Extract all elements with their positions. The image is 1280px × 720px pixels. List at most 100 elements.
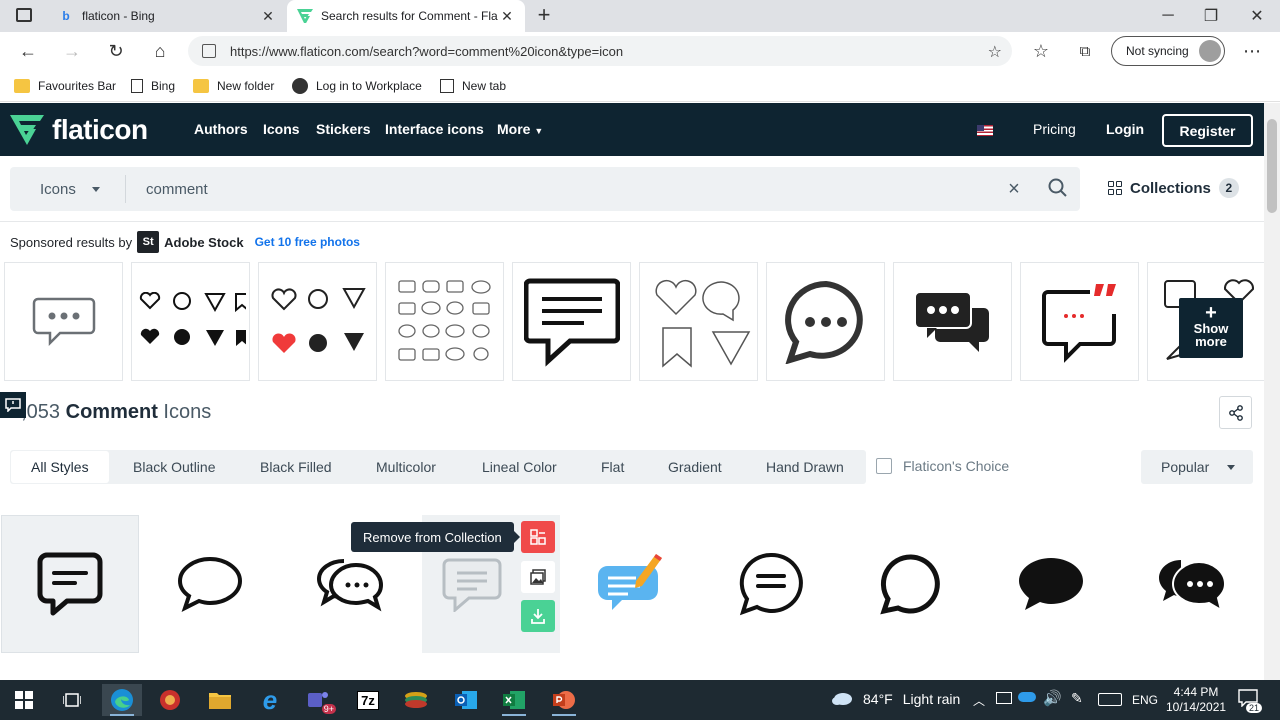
feedback-tab[interactable] <box>0 392 26 418</box>
outlook-icon[interactable] <box>446 684 486 716</box>
free-photos-link[interactable]: Get 10 free photos <box>255 235 360 249</box>
flaticon-choice-checkbox[interactable]: Flaticon's Choice <box>876 458 1009 474</box>
folder-icon <box>14 79 30 93</box>
result-icon-tile[interactable] <box>141 515 279 653</box>
forward-icon[interactable]: → <box>58 38 86 64</box>
profile-sync-button[interactable]: Not syncing <box>1111 36 1225 66</box>
result-icon-tile[interactable] <box>842 515 980 653</box>
sponsored-tile[interactable] <box>1020 262 1139 381</box>
7zip-icon[interactable]: 7z <box>348 684 388 716</box>
back-icon[interactable]: ← <box>14 38 42 64</box>
edit-icon-button[interactable] <box>521 561 555 593</box>
filter-lineal-color[interactable]: Lineal Color <box>482 451 557 483</box>
tab-actions-icon[interactable] <box>16 8 32 22</box>
fav-workplace[interactable]: Log in to Workplace <box>292 76 422 96</box>
internet-explorer-icon[interactable]: e <box>250 684 290 716</box>
page-scrollbar[interactable] <box>1264 103 1280 680</box>
sponsored-tile[interactable] <box>766 262 885 381</box>
sponsored-tile[interactable] <box>639 262 758 381</box>
tab-flaticon[interactable]: Search results for Comment - Fla ✕ <box>287 0 525 32</box>
result-icon-tile[interactable] <box>702 515 840 653</box>
url-field[interactable]: https://www.flaticon.com/search?word=com… <box>188 36 1012 66</box>
weather-desc: Light rain <box>902 691 961 707</box>
volume-icon[interactable]: 🔊 <box>1043 689 1062 707</box>
home-icon[interactable]: ⌂ <box>146 38 174 64</box>
add-favourite-icon[interactable]: ☆ <box>988 42 1002 62</box>
task-view-icon[interactable] <box>52 684 92 716</box>
register-button[interactable]: Register <box>1162 114 1253 147</box>
sponsored-tile[interactable] <box>4 262 123 381</box>
chevron-down-icon <box>91 187 100 192</box>
network-icon[interactable] <box>996 692 1012 704</box>
nav-more[interactable]: More ▼ <box>497 121 543 137</box>
weather-widget[interactable]: 84°F Light rain <box>831 691 960 707</box>
sponsored-tile[interactable] <box>893 262 1012 381</box>
filter-black-outline[interactable]: Black Outline <box>133 451 215 483</box>
nav-authors[interactable]: Authors <box>194 121 248 137</box>
nav-stickers[interactable]: Stickers <box>316 121 370 137</box>
filter-flat[interactable]: Flat <box>601 451 624 483</box>
filter-multicolor[interactable]: Multicolor <box>376 451 436 483</box>
sponsored-tile[interactable] <box>131 262 250 381</box>
more-menu-icon[interactable]: ⋯ <box>1238 38 1266 64</box>
edge-taskbar-icon[interactable] <box>102 684 142 716</box>
search-type-select[interactable]: Icons <box>40 181 100 198</box>
restore-icon[interactable]: ❐ <box>1188 0 1234 32</box>
result-icon-tile[interactable] <box>1123 515 1261 653</box>
start-icon[interactable] <box>4 684 44 716</box>
onedrive-icon[interactable] <box>1018 692 1036 702</box>
teams-icon[interactable]: 9+ <box>298 684 338 716</box>
powerpoint-icon[interactable] <box>544 684 584 716</box>
close-window-icon[interactable]: ✕ <box>1234 0 1280 32</box>
filter-all-styles[interactable]: All Styles <box>11 451 109 483</box>
refresh-icon[interactable]: ↻ <box>102 38 130 64</box>
filter-black-filled[interactable]: Black Filled <box>260 451 332 483</box>
close-icon[interactable]: ✕ <box>499 8 515 24</box>
scrollbar-thumb[interactable] <box>1267 119 1277 213</box>
new-tab-button[interactable]: + <box>534 2 554 27</box>
sponsored-tile[interactable] <box>385 262 504 381</box>
search-input[interactable] <box>146 179 986 199</box>
filter-hand-drawn[interactable]: Hand Drawn <box>766 451 844 483</box>
filter-gradient[interactable]: Gradient <box>668 451 722 483</box>
us-flag-icon[interactable] <box>977 125 993 136</box>
nav-interface-icons[interactable]: Interface icons <box>385 121 484 137</box>
tab-bing[interactable]: b flaticon - Bing ✕ <box>48 0 286 32</box>
sponsored-tile[interactable] <box>258 262 377 381</box>
search-icon[interactable] <box>1047 177 1069 199</box>
app-taskbar-icon[interactable] <box>150 684 190 716</box>
fav-new-folder[interactable]: New folder <box>193 76 274 96</box>
clear-icon[interactable]: × <box>1005 178 1023 200</box>
favourites-icon[interactable]: ☆ <box>1027 38 1055 64</box>
nav-icons[interactable]: Icons <box>263 121 300 137</box>
share-button[interactable] <box>1219 396 1252 429</box>
result-icon-tile[interactable] <box>562 515 700 653</box>
flaticon-choice-label: Flaticon's Choice <box>903 458 1010 474</box>
sponsored-tile[interactable] <box>512 262 631 381</box>
fav-bing[interactable]: Bing <box>131 76 175 96</box>
clock[interactable]: 4:44 PM 10/14/2021 <box>1166 685 1226 715</box>
fav-new-tab[interactable]: New tab <box>440 76 506 96</box>
remove-from-collection-button[interactable] <box>521 521 555 553</box>
close-icon[interactable]: ✕ <box>260 8 276 24</box>
download-button[interactable] <box>521 600 555 632</box>
result-icon-tile[interactable] <box>982 515 1120 653</box>
excel-icon[interactable] <box>494 684 534 716</box>
flaticon-logo[interactable]: flaticon <box>10 113 148 147</box>
file-explorer-icon[interactable] <box>200 684 240 716</box>
minimize-icon[interactable]: ─ <box>1145 0 1191 32</box>
login-link[interactable]: Login <box>1106 121 1144 137</box>
keyboard-icon[interactable] <box>1098 693 1122 706</box>
pen-icon[interactable]: ✎ <box>1071 690 1083 707</box>
language-indicator[interactable]: ENG <box>1132 693 1158 707</box>
sort-select[interactable]: Popular <box>1141 450 1253 484</box>
nav-pricing[interactable]: Pricing <box>1033 121 1076 137</box>
notifications-icon[interactable]: 21 <box>1238 689 1262 713</box>
collections-browser-icon[interactable]: ⧉ <box>1071 38 1099 64</box>
app-stack-icon[interactable] <box>396 684 436 716</box>
show-more-button[interactable]: + Show more <box>1179 298 1243 358</box>
fav-favourites-bar[interactable]: Favourites Bar <box>14 76 116 96</box>
chevron-up-icon[interactable]: ︿ <box>973 692 985 709</box>
collections-button[interactable]: Collections 2 <box>1108 178 1239 198</box>
result-icon-tile[interactable] <box>1 515 139 653</box>
